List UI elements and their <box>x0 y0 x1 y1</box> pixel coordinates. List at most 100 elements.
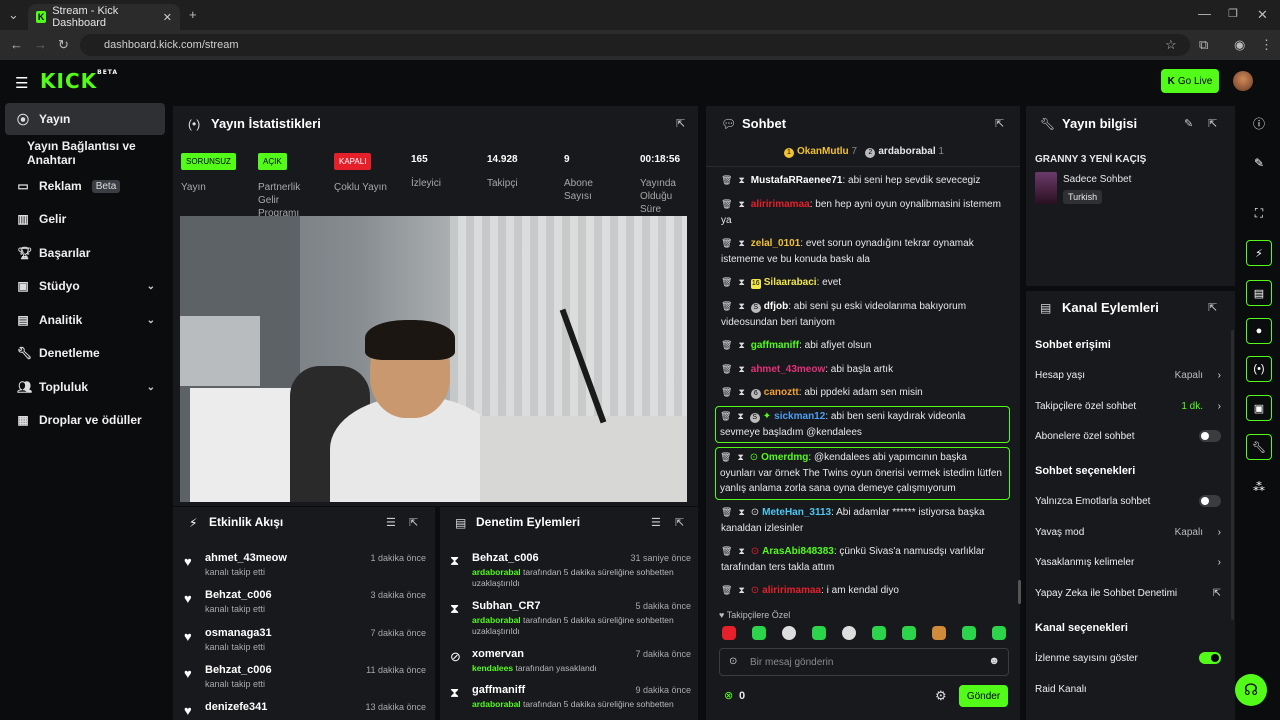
chat-message-input[interactable]: ⊙ Bir mesaj gönderin ☻ <box>719 648 1009 676</box>
popout-icon[interactable]: ⇱ <box>995 117 1004 130</box>
emote-icon[interactable] <box>782 626 796 640</box>
chat-message[interactable]: 🗑︎ ⧗ ⊙ ArasAbi848383: çünkü Sivas'a namusdş… <box>715 544 1010 575</box>
emote-icon[interactable] <box>992 626 1006 640</box>
chat-message[interactable]: 🗑︎ ⧗ aliririmamaa: ben hep ayni oyun oynal… <box>715 197 1010 228</box>
popout-icon[interactable]: ⇱ <box>676 117 685 130</box>
trash-icon: 🗑︎ <box>721 238 733 248</box>
go-live-button[interactable]: K Go Live <box>1161 69 1219 93</box>
emote-icon[interactable] <box>932 626 946 640</box>
emote-only-toggle[interactable] <box>1199 495 1221 507</box>
popout-icon[interactable]: ⇱ <box>1208 117 1217 130</box>
address-bar[interactable]: dashboard.kick.com/stream <box>80 34 1190 56</box>
sidebar-item-topluluk[interactable]: 👥︎ Topluluk ⌄ <box>5 371 165 403</box>
window-close-icon[interactable]: ✕ <box>1257 8 1268 21</box>
browser-tab[interactable]: K Stream - Kick Dashboard ✕ <box>28 4 180 30</box>
chat-message[interactable]: 🗑︎ ⧗ zelal_0101: evet sorun oynadığını tek… <box>715 236 1010 267</box>
wrench-icon[interactable]: 🔧︎ <box>1246 434 1272 460</box>
bookmark-star-icon[interactable]: ☆ <box>1165 38 1177 51</box>
video-streamer-hair <box>365 320 455 360</box>
stream-preview-video[interactable] <box>180 216 687 502</box>
followers-only-setting[interactable]: Takipçilere özel sohbet 1 dk. › <box>1035 396 1225 416</box>
panel-scrollbar[interactable] <box>1231 330 1234 620</box>
browser-menu-icon[interactable]: ⋮ <box>1260 38 1273 51</box>
user-avatar[interactable] <box>1233 71 1253 91</box>
chat-message[interactable]: 🗑︎ ⧗ 16 Silaarabaci: evet <box>715 275 1010 291</box>
chat-message[interactable]: 🗑︎ ⧗ ahmet_43meow: abi başla artık <box>715 362 1010 378</box>
hamburger-menu-icon[interactable]: ☰ <box>15 74 28 92</box>
sidebar-item-denetleme[interactable]: 🔧︎ Denetleme <box>5 337 165 369</box>
forward-icon[interactable]: → <box>34 38 47 51</box>
fullscreen-icon[interactable]: ⛶ <box>1246 200 1272 226</box>
popout-icon[interactable]: ⇱ <box>409 516 418 529</box>
chat-scrollbar[interactable] <box>1018 580 1021 604</box>
profile-icon[interactable]: ◉ <box>1234 38 1245 51</box>
chat-message[interactable]: 🗑︎ ⧗ Sdfjob: abi seni şu eski videolarıma … <box>715 299 1010 330</box>
chat-message[interactable]: 🗑︎ ⧗ MustafaRRaenee71: abi seni hep sevdik… <box>715 173 1010 189</box>
stream-info-title: Yayın bilgisi <box>1062 116 1138 131</box>
slow-mode-setting[interactable]: Yavaş mod Kapalı › <box>1035 522 1225 542</box>
minimize-icon[interactable]: — <box>1198 7 1211 20</box>
filter-icon[interactable]: ☰ <box>386 516 396 529</box>
chat-bubble-icon[interactable]: ● <box>1246 318 1272 344</box>
channel-actions-icon[interactable]: ▣ <box>1246 395 1272 421</box>
sidebar-item-basarilar[interactable]: 🏆︎ Başarılar <box>5 237 165 269</box>
badge-icon: ⊙ <box>750 546 760 557</box>
edit-pencil-icon[interactable]: ✎ <box>1246 150 1272 176</box>
account-age-setting[interactable]: Hesap yaşı Kapalı › <box>1035 365 1225 385</box>
sidebar-item-gelir[interactable]: ▥ Gelir <box>5 203 165 235</box>
sidebar-item-reklam[interactable]: ▭ Reklam Beta <box>5 170 165 202</box>
sidebar-item-droplar[interactable]: ▦ Droplar ve ödüller <box>5 404 165 436</box>
new-tab-icon[interactable]: + <box>189 8 197 21</box>
sidebar-item-yayin[interactable]: ⦿ Yayın <box>5 103 165 135</box>
chat-message-highlighted[interactable]: 🗑︎ ⧗ S ✦ sickman12: abi ben seni kaydırak vi… <box>715 406 1010 443</box>
edit-pencil-icon[interactable]: ✎ <box>1184 117 1193 130</box>
support-headset-icon[interactable]: ☊ <box>1235 674 1267 706</box>
lock-icon: ⊙ <box>729 656 738 667</box>
filter-icon[interactable]: ☰ <box>651 516 661 529</box>
stream-info-panel <box>1026 106 1235 286</box>
emote-icon[interactable] <box>902 626 916 640</box>
sidebar-item-stream-key[interactable]: Yayın Bağlantısı ve Anahtarı <box>5 137 165 169</box>
chat-message[interactable]: 🗑︎ ⧗ ⊙ aliririmamaa: i am kendal diyo <box>715 583 1010 599</box>
extensions-icon[interactable]: ⧉ <box>1199 38 1208 51</box>
sidebar-item-analitik[interactable]: ▤ Analitik ⌄ <box>5 304 165 336</box>
back-icon[interactable]: ← <box>10 38 23 51</box>
maximize-icon[interactable]: ❐ <box>1228 8 1238 21</box>
sidebar-item-studyo[interactable]: ▣ Stüdyo ⌄ <box>5 270 165 302</box>
emote-icon[interactable] <box>752 626 766 640</box>
browser-tab-bar: ⌄ K Stream - Kick Dashboard ✕ + — ❐ ✕ <box>0 0 1280 30</box>
chat-settings-gear-icon[interactable]: ⚙ <box>935 688 947 704</box>
popout-icon[interactable]: ⇱ <box>675 516 684 529</box>
tab-list-icon[interactable]: ⌄ <box>8 8 19 21</box>
info-icon[interactable]: ⓘ <box>1246 110 1272 136</box>
popout-icon[interactable]: ⇱ <box>1208 301 1217 314</box>
stat-label: Yayın <box>181 182 206 193</box>
apps-icon[interactable]: ⁂ <box>1246 474 1272 500</box>
tab-close-icon[interactable]: ✕ <box>163 11 172 24</box>
ai-moderation-setting[interactable]: Yapay Zeka ile Sohbet Denetimi ⇱ <box>1035 583 1225 603</box>
banned-words-setting[interactable]: Yasaklanmış kelimeler › <box>1035 552 1225 572</box>
raid-channel-setting[interactable]: Raid Kanalı <box>1035 679 1225 699</box>
activity-title: Etkinlik Akışı <box>209 515 284 529</box>
send-button[interactable]: Gönder <box>959 685 1008 707</box>
subs-only-toggle[interactable] <box>1199 430 1221 442</box>
show-viewers-toggle[interactable] <box>1199 652 1221 664</box>
emote-icon[interactable] <box>812 626 826 640</box>
kick-logo[interactable]: KICKBETA <box>40 69 118 93</box>
emote-icon[interactable] <box>722 626 736 640</box>
category-thumbnail[interactable] <box>1035 172 1057 204</box>
lightning-icon[interactable]: ⚡︎ <box>1246 240 1272 266</box>
emote-icon[interactable] <box>962 626 976 640</box>
broadcast-icon[interactable]: (•) <box>1246 356 1272 382</box>
analytics-icon: ▤ <box>17 313 29 327</box>
list-item: ♥ Behzat_c006 kanalı takip etti 3 dakika ön… <box>184 589 426 614</box>
chat-message[interactable]: 🗑︎ ⧗ 6 canoztt: abi ppdeki adam sen misin <box>715 385 1010 401</box>
document-icon[interactable]: ▤ <box>1246 280 1272 306</box>
chat-message-highlighted[interactable]: 🗑︎ ⧗ ⊙ Omerdmg: @kendalees abi yapımcının b… <box>715 447 1010 500</box>
emote-icon[interactable] <box>872 626 886 640</box>
reload-icon[interactable]: ↻ <box>58 38 69 51</box>
emoji-icon[interactable]: ☻ <box>988 655 1000 667</box>
emote-icon[interactable] <box>842 626 856 640</box>
chat-message[interactable]: 🗑︎ ⧗ ⊙ MeteHan_3113: Abi adamlar ****** ist… <box>715 505 1010 536</box>
chat-message[interactable]: 🗑︎ ⧗ gaffmaniff: abi afiyet olsun <box>715 338 1010 354</box>
